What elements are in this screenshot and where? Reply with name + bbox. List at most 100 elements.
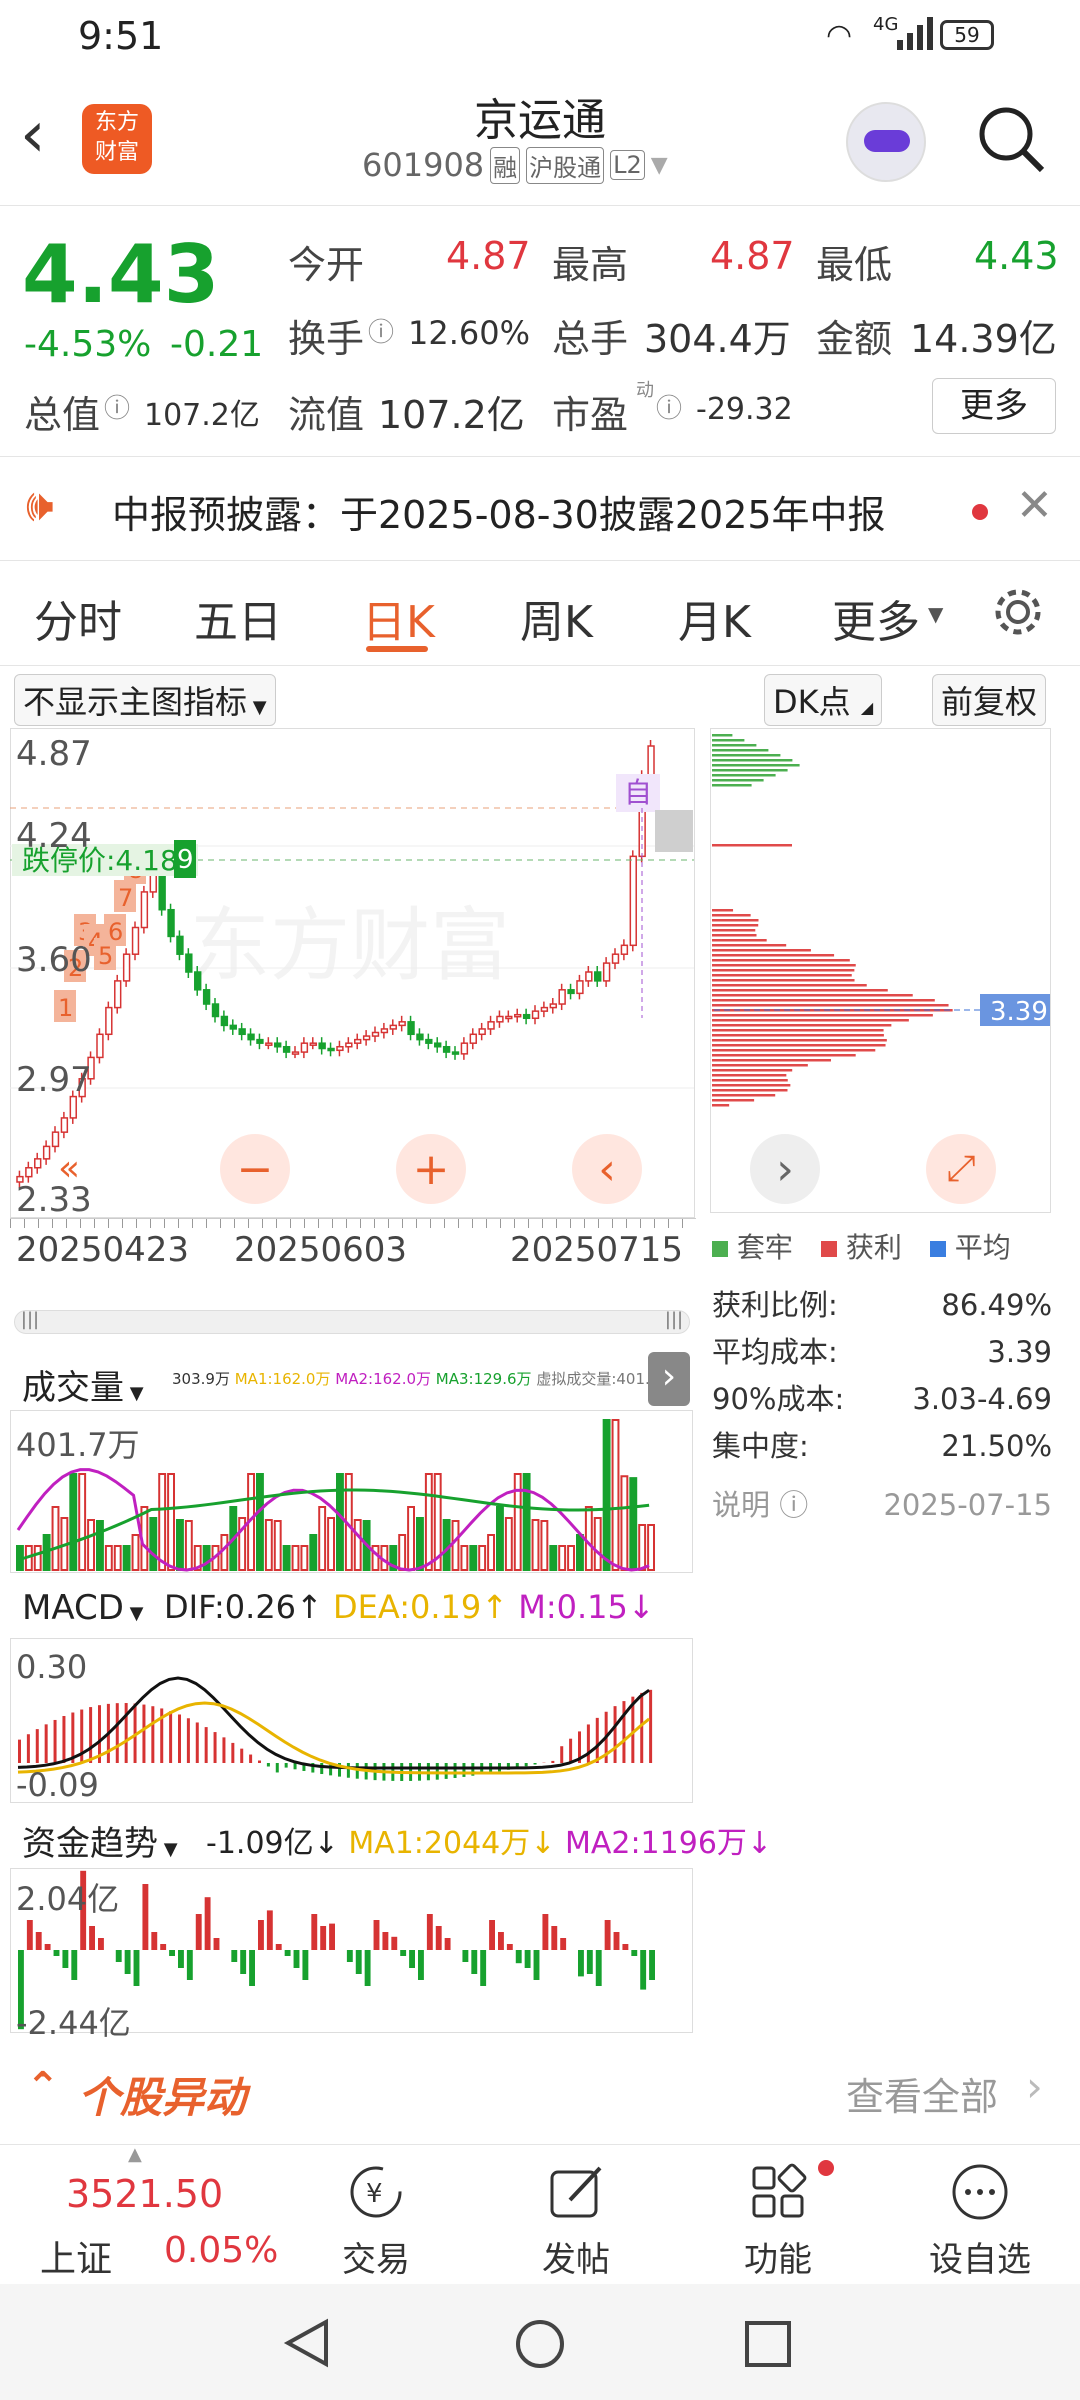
chip-bar <box>712 1104 730 1107</box>
chip-bar <box>712 1099 755 1102</box>
chip-bar <box>712 1039 887 1042</box>
stock-movement-header[interactable]: ⌃ 个股异动 查看全部 › <box>0 2054 1080 2128</box>
fund-bar <box>133 1950 140 1986</box>
pe-info-icon[interactable]: ⓘ <box>656 388 682 425</box>
chip-distribution-chart[interactable]: 3.39 <box>710 728 1052 1214</box>
zoom-out-button[interactable]: − <box>220 1134 290 1204</box>
volume-ma1: MA1:162.0万 <box>234 1370 331 1388</box>
chip-bar <box>712 924 759 927</box>
turnover-value: 12.60% <box>408 314 531 352</box>
macd-chart[interactable] <box>10 1638 694 1804</box>
volume-bar <box>567 1545 575 1571</box>
nav-add-watchlist[interactable]: 设自选 <box>910 2160 1050 2281</box>
index-ticker[interactable]: ▲ 3521.50 上证 0.05% <box>0 2144 290 2280</box>
nav-functions[interactable]: 功能 <box>708 2160 848 2281</box>
volume-bar <box>558 1545 567 1571</box>
double-left-icon[interactable]: « <box>58 1148 80 1189</box>
more-button[interactable]: 更多 <box>932 378 1056 434</box>
fund-bar <box>346 1950 353 1962</box>
candle-body <box>140 891 149 929</box>
candle-body <box>549 1003 557 1009</box>
macd-select[interactable]: MACD ▼ <box>14 1586 152 1630</box>
tab-monthly[interactable]: 月K <box>678 586 751 650</box>
volume-bar <box>513 1473 522 1571</box>
candle-body <box>620 944 629 955</box>
chip-note[interactable]: 说明 ⓘ <box>712 1482 808 1529</box>
search-icon[interactable] <box>976 104 1048 176</box>
tab-five-day[interactable]: 五日 <box>194 586 282 650</box>
adjust-select[interactable]: 前复权 <box>932 674 1047 726</box>
sequence-number: 6 <box>108 918 123 946</box>
view-all-link[interactable]: 查看全部 <box>846 2066 998 2121</box>
side-expand-button[interactable]: › <box>648 1352 690 1406</box>
tab-daily[interactable]: 日K <box>362 586 435 650</box>
home-nav-icon[interactable] <box>514 2318 566 2370</box>
back-nav-icon[interactable] <box>282 2318 332 2368</box>
battery-icon: 59 <box>940 20 994 50</box>
chip-bar <box>712 1049 876 1052</box>
macd-bar <box>169 1711 173 1763</box>
macd-bottom-label: -0.09 <box>16 1766 99 1804</box>
chip-bar <box>712 754 781 757</box>
chip-next-button[interactable]: › <box>750 1134 820 1204</box>
scroll-left-button[interactable]: ‹ <box>572 1134 642 1204</box>
turnover-info-icon[interactable]: ⓘ <box>368 312 394 349</box>
candle-body <box>576 980 584 995</box>
gear-icon[interactable] <box>990 584 1046 640</box>
macd-bar <box>595 1717 599 1763</box>
nav-post[interactable]: 发帖 <box>506 2160 646 2281</box>
candle-body <box>327 1047 335 1052</box>
chip-bar <box>712 1069 793 1072</box>
volume-select[interactable]: 成交量 ▼ <box>14 1358 152 1411</box>
fund-bar <box>382 1932 389 1950</box>
float-value: 107.2亿 <box>378 393 525 437</box>
notice-text: 中报预披露：于2025-08-30披露2025年中报 <box>112 493 886 537</box>
macd-bar <box>53 1719 57 1763</box>
volume-bar <box>496 1506 504 1571</box>
tab-weekly[interactable]: 周K <box>520 586 593 650</box>
macd-bar <box>142 1704 146 1763</box>
fund-bar <box>489 1920 495 1950</box>
fund-bar <box>35 1932 42 1950</box>
high-label: 最高 <box>552 243 629 287</box>
fund-trend-select[interactable]: 资金趋势 ▼ <box>14 1814 186 1867</box>
macd-select-label: MACD <box>22 1588 124 1628</box>
fund-bar <box>26 1920 33 1950</box>
dk-point-select[interactable]: DK点 ◢ <box>764 674 883 726</box>
tab-intraday[interactable]: 分时 <box>34 586 122 650</box>
volume-bar <box>309 1534 318 1571</box>
more-dots-icon <box>952 2164 1008 2220</box>
fund-bar <box>373 1920 380 1950</box>
volume-bar <box>336 1473 344 1571</box>
stat-value: 3.03-4.69 <box>912 1382 1052 1416</box>
range-handle-left[interactable]: ||| <box>15 1309 45 1335</box>
chip-footer: 说明 ⓘ 2025-07-15 <box>712 1482 1052 1529</box>
volume-bar <box>273 1520 282 1571</box>
recents-nav-icon[interactable] <box>744 2320 792 2368</box>
nav-trade[interactable]: ¥ 交易 <box>306 2160 446 2281</box>
chip-bar <box>712 769 788 772</box>
indicator-select[interactable]: 不显示主图指标 ▼ <box>14 674 276 726</box>
fund-bar <box>213 1938 220 1950</box>
range-slider[interactable]: ||| ||| <box>14 1309 690 1335</box>
close-icon[interactable]: ✕ <box>1016 480 1053 531</box>
volume-legend: 303.9万 MA1:162.0万 MA2:162.0万 MA3:129.6万 … <box>172 1368 674 1389</box>
volume-bar <box>398 1534 407 1571</box>
tag-l2: L2 <box>610 150 645 180</box>
candle-body <box>318 1042 326 1050</box>
tab-more[interactable]: 更多 <box>832 586 920 650</box>
volume-bar <box>291 1545 300 1571</box>
notice-bar[interactable]: 🕪 中报预披露：于2025-08-30披露2025年中报 ✕ <box>0 470 1080 550</box>
range-handle-right[interactable]: ||| <box>659 1309 689 1335</box>
assistant-avatar[interactable] <box>846 102 926 182</box>
volume-ma2: MA2:162.0万 <box>335 1370 432 1388</box>
stock-code-row[interactable]: 601908 融 沪股通 L2 ▼ <box>362 146 668 184</box>
zoom-in-button[interactable]: + <box>396 1134 466 1204</box>
candle-body <box>629 855 637 947</box>
fund-bar <box>266 1910 273 1950</box>
price-scroll-handle[interactable] <box>655 810 693 852</box>
expand-icon[interactable]: ⤢ <box>926 1134 996 1204</box>
fund-bar <box>613 1932 620 1950</box>
candle-body <box>202 989 211 1005</box>
info-icon[interactable]: ⓘ <box>104 388 130 425</box>
